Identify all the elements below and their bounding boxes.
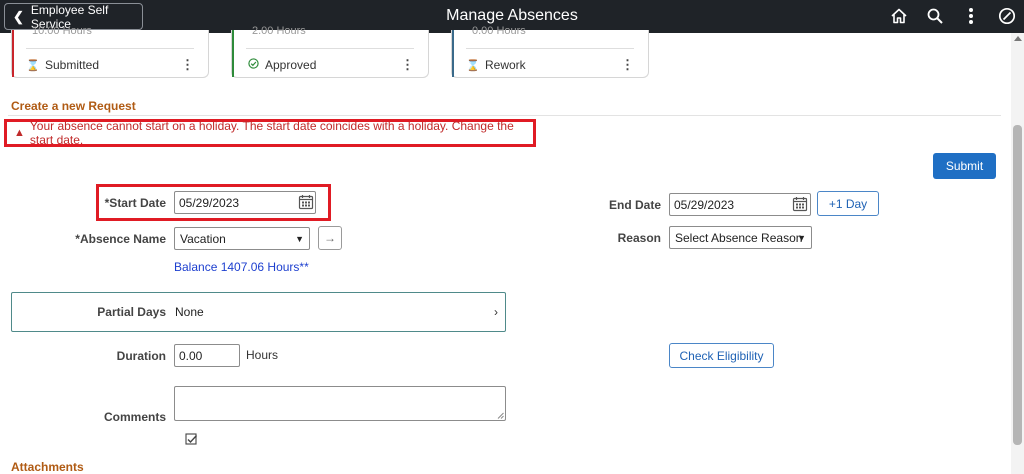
error-message: ▲ Your absence cannot start on a holiday… — [4, 119, 536, 147]
tile-accent-bar — [452, 30, 454, 77]
check-circle-icon — [246, 58, 260, 72]
search-icon[interactable] — [924, 5, 946, 27]
hourglass-icon: ⌛ — [466, 59, 480, 72]
reason-label: Reason — [617, 231, 661, 245]
partial-days-row[interactable]: Partial Days None › — [11, 292, 506, 332]
duration-unit-label: Hours — [246, 348, 279, 362]
more-vertical-icon[interactable]: ⋮ — [181, 57, 194, 73]
more-vertical-icon[interactable]: ⋮ — [401, 57, 414, 73]
end-date-label: End Date — [608, 198, 661, 212]
comments-label: Comments — [103, 410, 166, 424]
start-date-value: 05/29/2023 — [179, 195, 240, 210]
home-icon[interactable] — [888, 5, 910, 27]
tile-accent-bar — [12, 30, 14, 77]
tile-divider — [26, 48, 194, 49]
balance-link[interactable]: Balance 1407.06 Hours** — [174, 260, 309, 274]
arrow-right-icon: → — [324, 231, 336, 245]
calendar-icon[interactable] — [792, 196, 808, 212]
absence-name-label: *Absence Name — [75, 232, 166, 246]
spell-check-icon[interactable] — [185, 433, 198, 446]
error-message-text: Your absence cannot start on a holiday. … — [29, 119, 514, 147]
end-date-value: 05/29/2023 — [674, 197, 735, 212]
tile-divider — [246, 48, 414, 49]
scrollbar-thumb[interactable] — [1013, 125, 1022, 445]
absence-name-select[interactable]: Vacation ▼ — [174, 227, 310, 250]
tile-submitted[interactable]: 10.00 Hours ⌛ Submitted ⋮ — [11, 25, 209, 78]
duration-input[interactable]: 0.00 — [174, 344, 240, 367]
calendar-icon[interactable] — [298, 194, 314, 210]
more-vertical-icon[interactable]: ⋮ — [621, 57, 634, 73]
page-scrollbar[interactable] — [1011, 33, 1024, 474]
comments-textarea[interactable] — [174, 386, 506, 421]
tile-hours-text: 0.00 Hours — [472, 25, 526, 37]
warning-icon: ▲ — [14, 127, 25, 139]
submit-button[interactable]: Submit — [933, 153, 996, 179]
reason-value: Select Absence Reason — [675, 230, 803, 245]
chevron-right-icon: › — [494, 305, 498, 319]
scroll-up-arrow-icon[interactable] — [1014, 36, 1022, 41]
plus-one-day-button[interactable]: +1 Day — [817, 191, 879, 216]
create-request-heading: Create a new Request — [11, 99, 136, 113]
end-date-input[interactable]: 05/29/2023 — [669, 193, 811, 216]
duration-value: 0.00 — [179, 348, 203, 363]
partial-days-label: Partial Days — [97, 305, 166, 319]
tile-status-label: Approved — [265, 58, 317, 72]
absence-name-value: Vacation — [180, 231, 226, 246]
tile-rework[interactable]: 0.00 Hours ⌛ Rework ⋮ — [451, 25, 649, 78]
tile-approved[interactable]: 2.00 Hours Approved ⋮ — [231, 25, 429, 78]
navbar-compass-icon[interactable] — [996, 5, 1018, 27]
start-date-input[interactable]: 05/29/2023 — [174, 191, 316, 214]
reason-select[interactable]: Select Absence Reason ▼ — [669, 226, 812, 249]
tile-divider — [466, 48, 634, 49]
tile-status-label: Rework — [485, 58, 526, 72]
attachments-heading: Attachments — [11, 460, 84, 474]
tile-hours-text: 10.00 Hours — [32, 25, 92, 37]
section-divider — [8, 115, 1001, 116]
start-date-label: *Start Date — [104, 196, 166, 210]
partial-days-value: None — [175, 305, 204, 319]
tile-accent-bar — [232, 30, 234, 77]
chevron-down-icon: ▼ — [295, 234, 304, 244]
page-title: Manage Absences — [446, 7, 578, 24]
resize-grip-icon[interactable] — [497, 412, 504, 419]
check-eligibility-button[interactable]: Check Eligibility — [669, 343, 774, 368]
more-vertical-icon[interactable] — [960, 5, 982, 27]
duration-label: Duration — [116, 349, 166, 363]
absence-details-button[interactable]: → — [318, 226, 342, 250]
tile-hours-text: 2.00 Hours — [252, 25, 306, 37]
tile-status-label: Submitted — [45, 58, 100, 72]
chevron-down-icon: ▼ — [797, 233, 806, 243]
hourglass-icon: ⌛ — [26, 59, 40, 72]
